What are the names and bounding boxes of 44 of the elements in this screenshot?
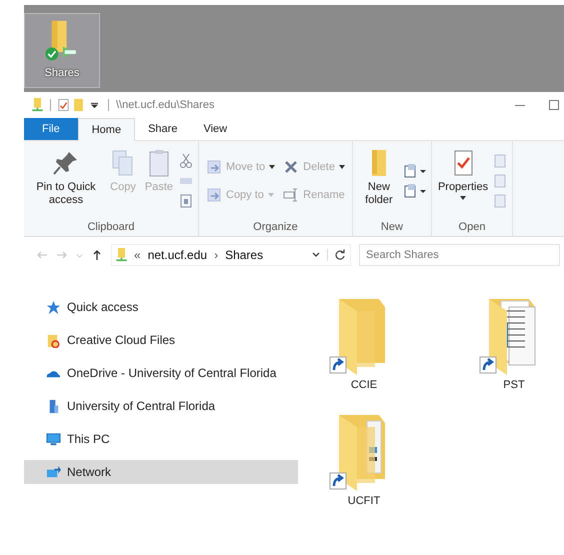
up-icon[interactable] (91, 249, 103, 261)
network-drive-icon (32, 98, 43, 112)
address-bar[interactable]: « net.ucf.edu › Shares (111, 244, 351, 266)
breadcrumb[interactable]: Shares (225, 248, 264, 262)
network-drive-icon (116, 248, 127, 262)
new-item-icon[interactable] (402, 163, 427, 179)
sidebar-item[interactable]: Creative Cloud Files (24, 328, 298, 352)
ribbon-group-label: Organize (252, 220, 299, 235)
ribbon-group-label: Open (458, 220, 486, 235)
sidebar-item[interactable]: Quick access (24, 295, 298, 319)
ribbon-tab[interactable]: View (190, 118, 240, 140)
breadcrumb-separator: › (214, 248, 218, 262)
overflow-chevron[interactable]: « (134, 248, 141, 262)
chevron-down-icon[interactable] (312, 252, 320, 258)
breadcrumb[interactable]: net.ucf.edu (148, 248, 208, 262)
search-field[interactable]: Search Shares (359, 244, 560, 266)
new-folder-button[interactable]: New folder (356, 143, 401, 219)
ribbon-group-label: New (380, 220, 404, 235)
properties-icon[interactable] (58, 98, 69, 112)
ribbon-tab[interactable]: Share (135, 118, 190, 140)
sidebar-item[interactable]: OneDrive - University of Central Florida (24, 361, 298, 385)
sidebar-item[interactable]: Network (24, 460, 298, 484)
rename-icon (283, 187, 300, 203)
document-icon[interactable] (402, 183, 427, 199)
star-icon (46, 300, 61, 314)
desktop-icon-label: Shares (44, 67, 80, 79)
properties-button[interactable]: Properties (436, 143, 490, 219)
pin-button[interactable]: Pin to Quick access (28, 143, 104, 219)
window-title: \\net.ucf.edu\Shares (116, 99, 214, 111)
ribbon-group-label: Clipboard (86, 220, 136, 235)
cut-icon[interactable] (178, 153, 194, 169)
folder-item[interactable]: UCFIT (314, 411, 414, 507)
folder-item[interactable]: PST (464, 295, 564, 391)
refresh-icon[interactable] (327, 249, 346, 261)
sidebar-item[interactable]: University of Central Florida (24, 394, 298, 418)
ribbon-tab[interactable]: Home (78, 118, 136, 141)
network-icon (46, 464, 61, 480)
folder-item[interactable]: CCIE (314, 295, 414, 391)
sidebar-item[interactable]: This PC (24, 427, 298, 451)
folder-icon (46, 332, 61, 348)
file-tab[interactable]: File (24, 118, 78, 140)
monitor-icon (46, 432, 61, 446)
close-icon (283, 159, 300, 175)
maximize-icon[interactable] (548, 99, 560, 111)
